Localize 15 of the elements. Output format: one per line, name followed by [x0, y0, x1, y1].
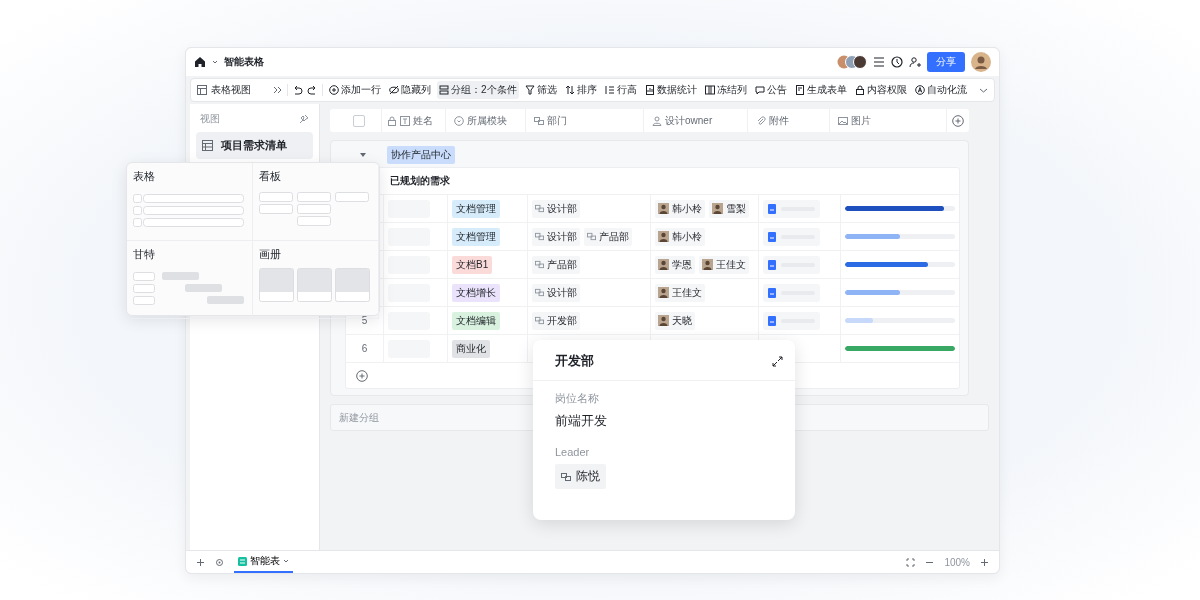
- module-tag: 文档编辑: [452, 311, 500, 330]
- zoom-level: 100%: [944, 556, 970, 568]
- sidebar-title: 视图: [200, 112, 220, 126]
- popover-title: 开发部: [555, 352, 594, 370]
- field-value: 前端开发: [555, 412, 607, 430]
- row-number: 6: [361, 343, 368, 354]
- module-tag: 文档管理: [452, 227, 500, 246]
- module-tag: 文档B1: [452, 255, 493, 274]
- module-tag: 文档管理: [452, 199, 500, 218]
- document-title: 智能表格: [224, 55, 264, 69]
- field-label: Leader: [555, 446, 590, 458]
- module-tag: 商业化: [452, 339, 490, 358]
- field-label: 岗位名称: [555, 391, 599, 406]
- module-tag: 文档增长: [452, 283, 500, 302]
- group-tag: 协作产品中心: [387, 146, 455, 164]
